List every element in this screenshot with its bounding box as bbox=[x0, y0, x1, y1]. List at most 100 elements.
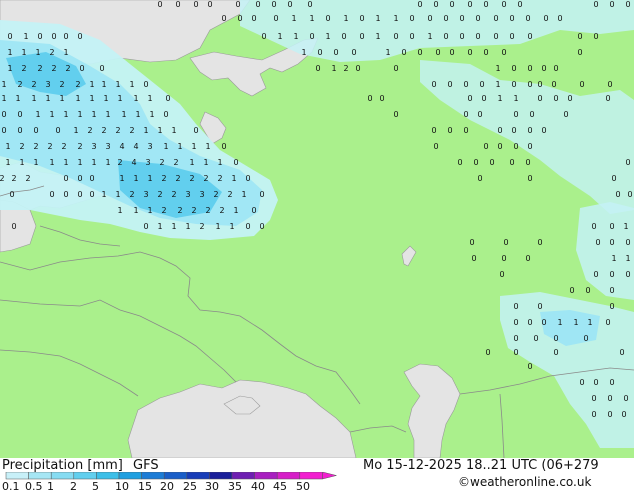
precip-value: 0 bbox=[245, 222, 250, 231]
precip-value: 2 bbox=[37, 64, 42, 73]
tick-label: 35 bbox=[228, 480, 242, 493]
precip-value: 0 bbox=[433, 142, 438, 151]
precip-value: 0 bbox=[17, 126, 22, 135]
precip-value: 0 bbox=[483, 0, 488, 9]
precip-value: 0 bbox=[235, 0, 240, 9]
precip-value: 0 bbox=[341, 32, 346, 41]
precip-value: 0 bbox=[553, 334, 558, 343]
precip-value: 1 bbox=[623, 222, 628, 231]
precip-value: 0 bbox=[463, 110, 468, 119]
credit-text: ©weatheronline.co.uk bbox=[458, 475, 592, 489]
precip-value: 0 bbox=[193, 126, 198, 135]
precip-value: 0 bbox=[37, 32, 42, 41]
precip-value: 0 bbox=[89, 190, 94, 199]
precip-value: 1 bbox=[115, 80, 120, 89]
precip-value: 1 bbox=[77, 110, 82, 119]
precip-value: 2 bbox=[175, 174, 180, 183]
precip-value: 0 bbox=[359, 32, 364, 41]
precip-value: 0 bbox=[513, 110, 518, 119]
color-swatch bbox=[118, 472, 142, 480]
tick-label: 10 bbox=[115, 480, 129, 493]
precip-value: 0 bbox=[493, 14, 498, 23]
precip-value: 1 bbox=[49, 158, 54, 167]
color-swatch bbox=[50, 472, 75, 480]
precip-value: 0 bbox=[449, 0, 454, 9]
precip-value: 0 bbox=[541, 126, 546, 135]
precip-value: 1 bbox=[147, 174, 152, 183]
precip-value: 0 bbox=[527, 142, 532, 151]
precip-value: 0 bbox=[593, 378, 598, 387]
precip-value: 1 bbox=[101, 80, 106, 89]
precip-value: 1 bbox=[105, 158, 110, 167]
precip-value: 0 bbox=[579, 80, 584, 89]
precip-value: 1 bbox=[103, 94, 108, 103]
precip-value: 0 bbox=[615, 190, 620, 199]
precip-value: 0 bbox=[351, 48, 356, 57]
precip-value: 4 bbox=[133, 142, 138, 151]
precip-value: 0 bbox=[317, 48, 322, 57]
precip-value: 0 bbox=[609, 238, 614, 247]
precip-value: 0 bbox=[623, 394, 628, 403]
precip-value: 0 bbox=[609, 222, 614, 231]
tick-label: 0.1 bbox=[2, 480, 20, 493]
precip-value: 1 bbox=[393, 14, 398, 23]
precip-value: 2 bbox=[129, 190, 134, 199]
precip-value: 1 bbox=[115, 190, 120, 199]
precip-value: 0 bbox=[493, 32, 498, 41]
precip-value: 0 bbox=[49, 190, 54, 199]
precip-value: 0 bbox=[527, 318, 532, 327]
precip-value: 0 bbox=[427, 14, 432, 23]
precip-value: 1 bbox=[157, 222, 162, 231]
precip-value: 0 bbox=[527, 362, 532, 371]
precip-value: 1 bbox=[133, 174, 138, 183]
precip-value: 0 bbox=[255, 0, 260, 9]
precip-value: 1 bbox=[185, 222, 190, 231]
precip-value: 1 bbox=[147, 206, 152, 215]
precip-value: 0 bbox=[443, 32, 448, 41]
precip-value: 1 bbox=[147, 94, 152, 103]
precip-value: 0 bbox=[509, 158, 514, 167]
precip-value: 2 bbox=[343, 64, 348, 73]
precip-value: 1 bbox=[157, 126, 162, 135]
precip-value: 0 bbox=[237, 14, 242, 23]
precip-value: 4 bbox=[131, 158, 136, 167]
precip-value: 1 bbox=[163, 142, 168, 151]
precip-value: 0 bbox=[513, 348, 518, 357]
color-swatch bbox=[186, 472, 210, 480]
precip-value: 0 bbox=[175, 0, 180, 9]
color-swatch bbox=[141, 472, 165, 480]
color-swatch bbox=[28, 472, 52, 480]
precip-value: 1 bbox=[301, 48, 306, 57]
precip-value: 1 bbox=[1, 80, 6, 89]
precip-value: 0 bbox=[11, 222, 16, 231]
precip-value: 2 bbox=[33, 142, 38, 151]
precip-value: 1 bbox=[91, 110, 96, 119]
precip-value: 0 bbox=[527, 174, 532, 183]
precip-value: 2 bbox=[77, 142, 82, 151]
precip-value: 1 bbox=[343, 14, 348, 23]
precip-value: 0 bbox=[409, 14, 414, 23]
precip-value: 0 bbox=[193, 0, 198, 9]
precip-value: 1 bbox=[1, 94, 6, 103]
precip-value: 0 bbox=[625, 238, 630, 247]
precip-value: 1 bbox=[191, 142, 196, 151]
precip-value: 1 bbox=[129, 80, 134, 89]
tick-label: 1 bbox=[47, 480, 54, 493]
precip-value: 1 bbox=[19, 158, 24, 167]
precip-value: 0 bbox=[621, 410, 626, 419]
tick-label: 40 bbox=[251, 480, 265, 493]
precip-value: 0 bbox=[569, 286, 574, 295]
precip-value: 2 bbox=[213, 190, 218, 199]
precip-value: 1 bbox=[7, 48, 12, 57]
precip-value: 0 bbox=[513, 142, 518, 151]
precip-value: 2 bbox=[0, 174, 5, 183]
precip-value: 0 bbox=[359, 14, 364, 23]
precip-value: 0 bbox=[431, 80, 436, 89]
precip-value: 2 bbox=[203, 174, 208, 183]
precip-value: 0 bbox=[433, 0, 438, 9]
precip-value: 0 bbox=[537, 238, 542, 247]
precip-value: 0 bbox=[537, 94, 542, 103]
precip-value: 0 bbox=[553, 64, 558, 73]
precip-value: 1 bbox=[375, 14, 380, 23]
precip-value: 0 bbox=[625, 270, 630, 279]
